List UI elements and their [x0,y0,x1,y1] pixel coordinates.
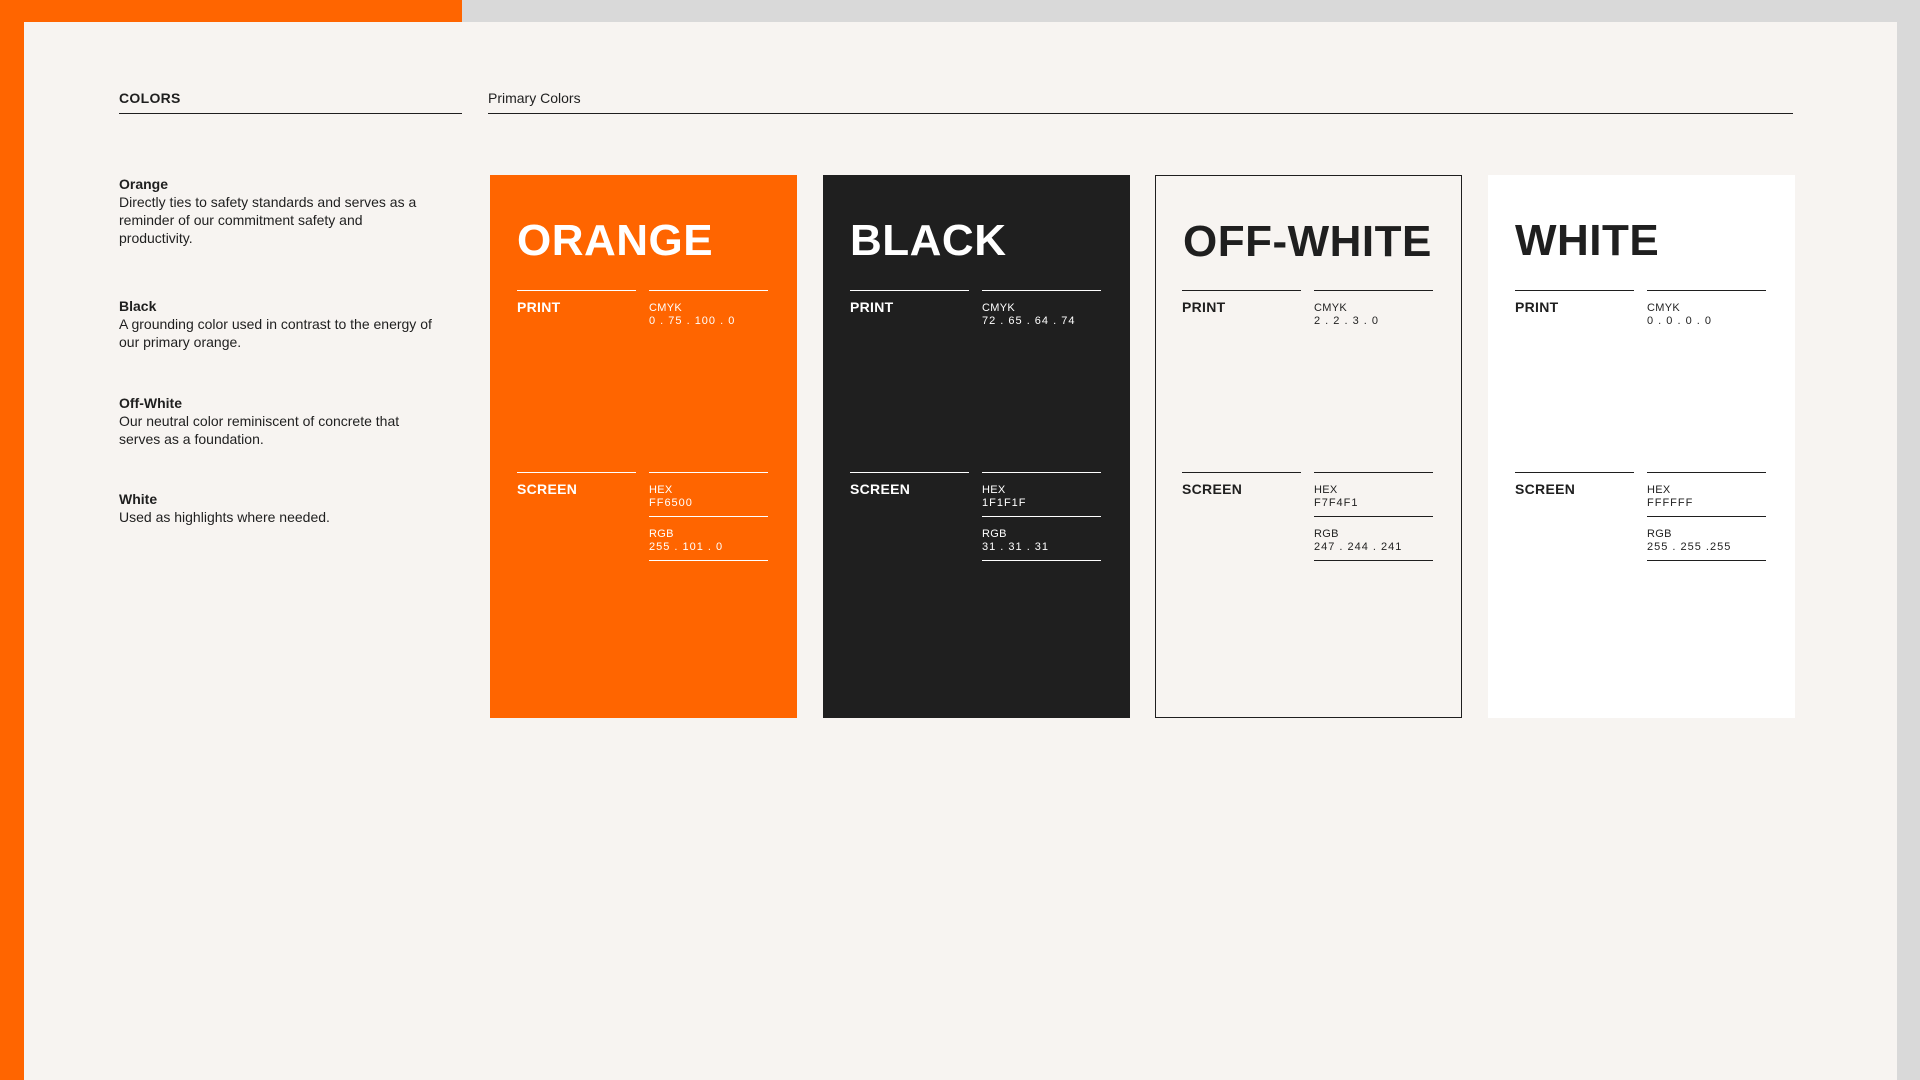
divider [517,472,636,473]
swatch-orange: ORANGE PRINT CMYK 0 . 75 . 100 . 0 SCREE… [490,175,797,718]
description-text: A grounding color used in contrast to th… [119,316,432,350]
description-black: Black A grounding color used in contrast… [119,297,439,351]
divider [1182,290,1301,291]
screen-label: SCREEN [1182,481,1243,497]
print-label: PRINT [850,299,894,315]
cmyk-value: 0 . 0 . 0 . 0 [1647,315,1712,327]
hex-value: F7F4F1 [1314,497,1359,509]
swatch-black: BLACK PRINT CMYK 72 . 65 . 64 . 74 SCREE… [823,175,1130,718]
description-text: Our neutral color reminiscent of concret… [119,413,400,447]
divider [649,560,768,561]
divider [1647,472,1766,473]
divider [1182,472,1301,473]
description-off-white: Off-White Our neutral color reminiscent … [119,394,439,448]
hex-label: HEX [982,484,1006,496]
divider [850,290,969,291]
swatch-off-white: OFF-WHITE PRINT CMYK 2 . 2 . 3 . 0 SCREE… [1155,175,1462,718]
swatch-title: BLACK [850,216,1007,265]
divider [1314,516,1433,517]
swatch-title: OFF-WHITE [1183,217,1432,266]
divider [982,560,1101,561]
divider [1647,560,1766,561]
rgb-label: RGB [649,528,674,540]
rgb-label: RGB [1314,528,1339,540]
screen-label: SCREEN [1515,481,1576,497]
rgb-label: RGB [982,528,1007,540]
description-orange: Orange Directly ties to safety standards… [119,175,439,247]
divider [1647,290,1766,291]
divider [1647,516,1766,517]
rgb-label: RGB [1647,528,1672,540]
cmyk-value: 72 . 65 . 64 . 74 [982,315,1076,327]
hex-label: HEX [649,484,673,496]
cmyk-label: CMYK [649,302,682,314]
divider [850,472,969,473]
screen-label: SCREEN [517,481,578,497]
divider [1314,472,1433,473]
divider [982,290,1101,291]
description-text: Used as highlights where needed. [119,509,330,525]
description-name: White [119,491,158,507]
description-name: Orange [119,176,169,192]
swatch-title: ORANGE [517,216,714,265]
divider [517,290,636,291]
print-label: PRINT [1182,299,1226,315]
description-text: Directly ties to safety standards and se… [119,194,417,246]
cmyk-label: CMYK [982,302,1015,314]
hex-label: HEX [1314,484,1338,496]
print-label: PRINT [1515,299,1559,315]
right-bar-gray [1897,0,1920,1080]
divider [982,472,1101,473]
section-title: COLORS [119,90,462,114]
swatch-white: WHITE PRINT CMYK 0 . 0 . 0 . 0 SCREEN HE… [1488,175,1795,718]
cmyk-value: 0 . 75 . 100 . 0 [649,315,736,327]
hex-value: 1F1F1F [982,497,1027,509]
rgb-value: 247 . 244 . 241 [1314,541,1403,553]
divider [649,472,768,473]
divider [1515,472,1634,473]
divider [1314,560,1433,561]
rgb-value: 31 . 31 . 31 [982,541,1050,553]
description-white: White Used as highlights where needed. [119,490,439,526]
cmyk-value: 2 . 2 . 3 . 0 [1314,315,1379,327]
rgb-value: 255 . 255 .255 [1647,541,1732,553]
divider [1314,290,1433,291]
divider [649,516,768,517]
top-bar-accent [0,0,462,22]
cmyk-label: CMYK [1314,302,1347,314]
cmyk-label: CMYK [1647,302,1680,314]
screen-label: SCREEN [850,481,911,497]
subsection-title: Primary Colors [488,90,1793,114]
description-name: Off-White [119,395,182,411]
divider [982,516,1101,517]
rgb-value: 255 . 101 . 0 [649,541,724,553]
description-name: Black [119,298,157,314]
hex-value: FF6500 [649,497,693,509]
left-bar-accent [0,0,24,1080]
swatch-title: WHITE [1515,216,1660,265]
hex-value: FFFFFF [1647,497,1694,509]
hex-label: HEX [1647,484,1671,496]
divider [1515,290,1634,291]
divider [649,290,768,291]
print-label: PRINT [517,299,561,315]
